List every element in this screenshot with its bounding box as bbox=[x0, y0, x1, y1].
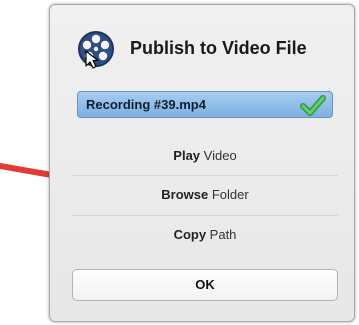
browse-folder-button[interactable]: Browse Folder bbox=[72, 176, 338, 214]
dialog-header: Publish to Video File bbox=[76, 29, 336, 71]
browse-folder-label-bold: Browse bbox=[161, 187, 209, 202]
ok-button[interactable]: OK bbox=[72, 269, 338, 301]
copy-path-button[interactable]: Copy Path bbox=[72, 216, 338, 254]
copy-path-label-bold: Copy bbox=[173, 227, 207, 242]
publish-dialog: Publish to Video File Recording #39.mp4 … bbox=[49, 4, 355, 322]
dialog-title: Publish to Video File bbox=[130, 38, 307, 58]
file-bar[interactable]: Recording #39.mp4 bbox=[77, 91, 333, 118]
play-video-button[interactable]: Play Video bbox=[72, 137, 338, 175]
play-video-label-rest: Video bbox=[200, 148, 237, 163]
browse-folder-label-rest: Folder bbox=[208, 187, 249, 202]
play-video-label-bold: Play bbox=[173, 148, 201, 163]
copy-path-label-rest: Path bbox=[206, 227, 237, 242]
green-check-icon bbox=[300, 94, 326, 116]
file-name: Recording #39.mp4 bbox=[86, 97, 206, 112]
film-reel-icon bbox=[76, 29, 116, 69]
